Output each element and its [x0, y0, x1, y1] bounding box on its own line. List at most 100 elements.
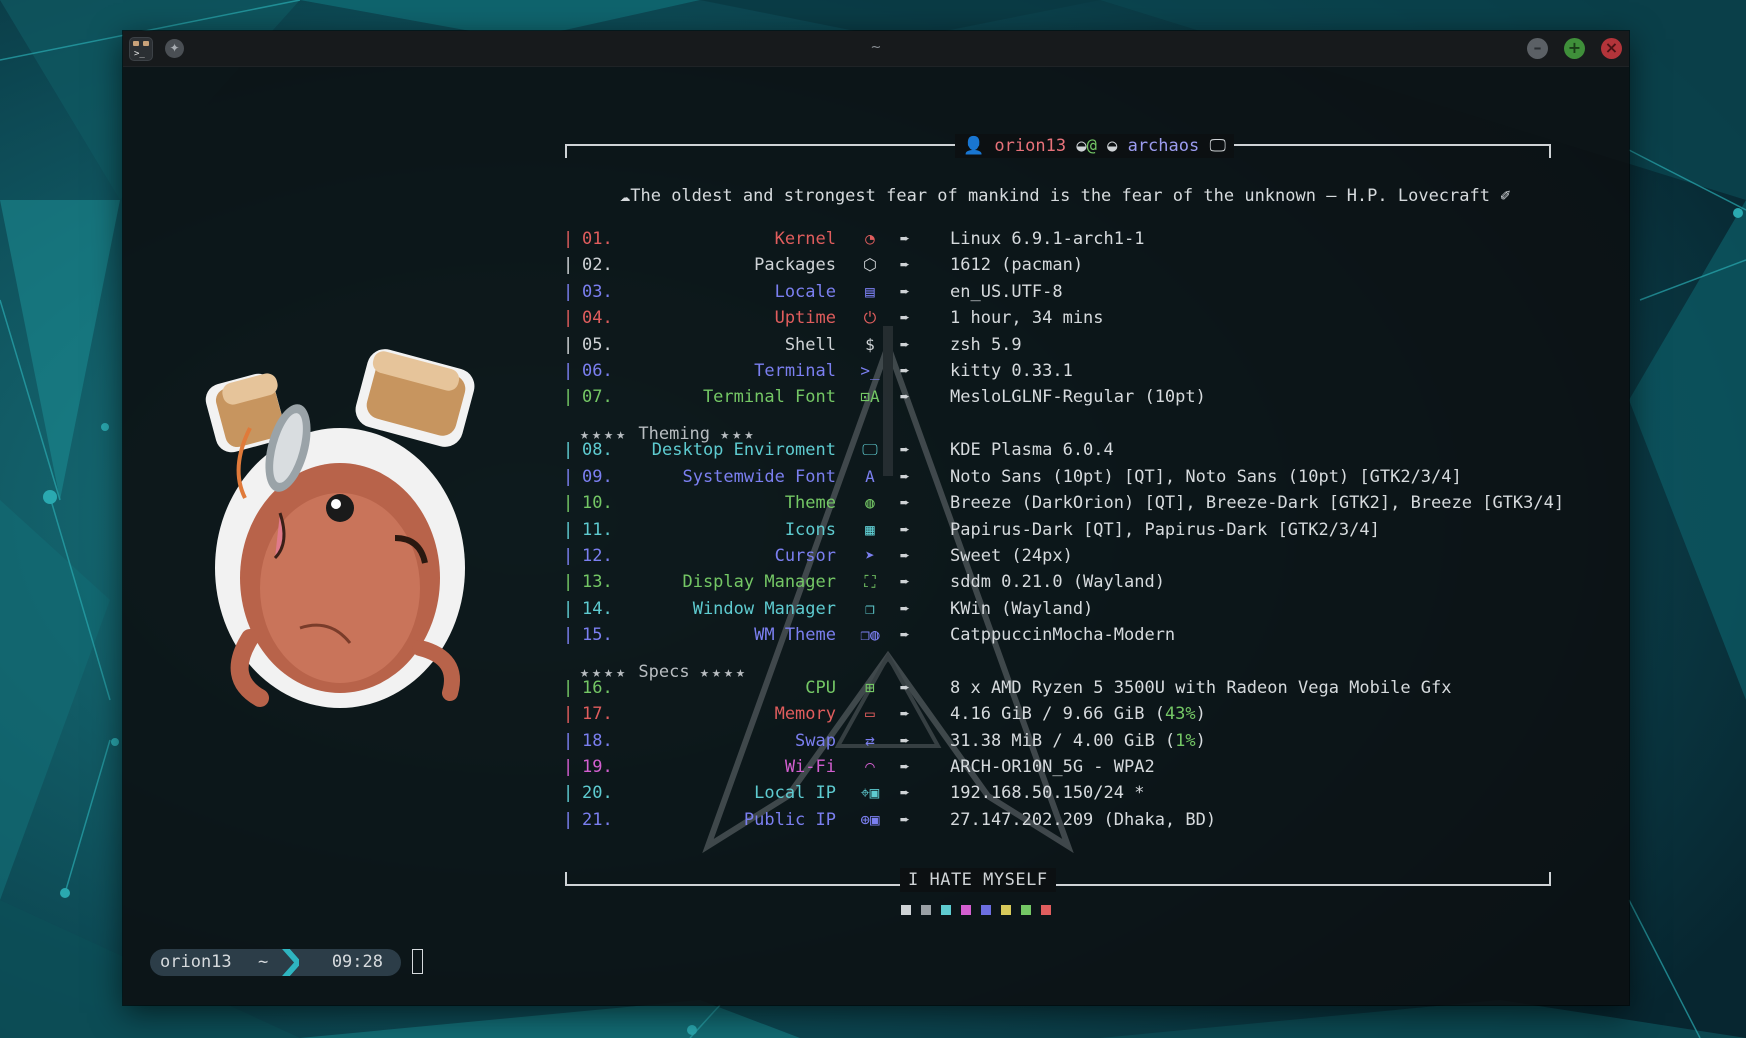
terminal-content[interactable]: 👤 orion13 ◒@ ◒ archaos 🖵 ☁The oldest and… — [123, 66, 1629, 1005]
row-number: 10. — [582, 493, 613, 513]
info-row: | 06. Terminal >_ ➨ kitty 0.33.1 — [563, 358, 1563, 384]
row-label: Window Manager — [692, 599, 836, 619]
row-number: 02. — [582, 255, 613, 275]
arrow-icon: ➨ — [900, 678, 910, 697]
info-row: | 12. Cursor ➤ ➨ Sweet (24px) — [563, 543, 1563, 569]
arrow-icon: ➨ — [900, 361, 910, 380]
row-number: 04. — [582, 308, 613, 328]
section-label: Specs — [638, 662, 690, 682]
row-bar: | — [563, 335, 574, 355]
info-row: | 05. Shell $ ➨ zsh 5.9 — [563, 332, 1563, 358]
language-icon: ▤ — [865, 282, 875, 301]
row-number: 07. — [582, 387, 613, 407]
close-button[interactable]: × — [1601, 38, 1622, 59]
ghost-icon: ☁ — [620, 186, 631, 206]
arrow-icon: ➨ — [900, 731, 910, 750]
package-icon: ⬡ — [863, 255, 877, 274]
footer-frame — [565, 872, 1551, 886]
prompt-user-segment: orion13 ~ — [150, 949, 270, 976]
arrow-icon: ➨ — [900, 520, 910, 539]
user-icon: 👤 — [963, 136, 985, 156]
row-bar: | — [563, 440, 574, 460]
quote-text: The oldest and strongest fear of mankind… — [630, 186, 1490, 206]
row-number: 11. — [582, 520, 613, 540]
maximize-button[interactable]: + — [1564, 38, 1585, 59]
row-label: Uptime — [774, 308, 836, 328]
row-bar: | — [563, 520, 574, 540]
row-number: 05. — [582, 335, 613, 355]
row-bar: | — [563, 810, 574, 830]
row-number: 09. — [582, 467, 613, 487]
title-bar[interactable]: >_ ✦ ~ – + × — [123, 31, 1629, 67]
info-row: | 18. Swap ⇄ ➨ 31.38 MiB / 4.00 GiB (1%) — [563, 728, 1563, 754]
info-row: | 02. Packages ⬡ ➨ 1612 (pacman) — [563, 252, 1563, 278]
dollar-icon: $ — [865, 335, 875, 354]
row-value: 1612 (pacman) — [950, 255, 1084, 275]
row-label: Local IP — [754, 783, 836, 803]
row-value: CatppuccinMocha-Modern — [950, 625, 1176, 645]
computer-icon: 🖵 — [1209, 136, 1226, 156]
kernel-icon: ◔ — [865, 229, 875, 248]
row-bar: | — [563, 282, 574, 302]
row-number: 14. — [582, 599, 613, 619]
row-value: en_US.UTF-8 — [950, 282, 1063, 302]
row-label: Terminal — [754, 361, 836, 381]
row-value: 8 x AMD Ryzen 5 3500U with Radeon Vega M… — [950, 678, 1452, 698]
window-title: ~ — [870, 40, 882, 55]
memory-icon: ▭ — [865, 704, 875, 723]
row-bar: | — [563, 625, 574, 645]
arrow-icon: ➨ — [900, 440, 910, 459]
row-label: Memory — [774, 704, 836, 724]
color-swatch — [901, 905, 911, 915]
power-icon: ⏻ — [863, 308, 877, 327]
info-row: | 14. Window Manager ❐ ➨ KWin (Wayland) — [563, 596, 1563, 622]
arrow-icon: ➨ — [900, 335, 910, 354]
row-label: Packages — [754, 255, 836, 275]
row-bar: | — [563, 704, 574, 724]
row-label: WM Theme — [754, 625, 836, 645]
row-label: Terminal Font — [702, 387, 836, 407]
arrow-icon: ➨ — [900, 387, 910, 406]
color-swatch — [1021, 905, 1031, 915]
cursor-icon: ➤ — [865, 546, 875, 565]
font-icon: ⊡A — [860, 387, 880, 406]
info-row: | 15. WM Theme ❐◍ ➨ CatppuccinMocha-Modern — [563, 622, 1563, 648]
hostname: archaos — [1127, 136, 1200, 156]
chainsaw-dog-sticker — [205, 349, 475, 708]
arrow-icon: ➨ — [900, 493, 910, 512]
row-label: Cursor — [774, 546, 836, 566]
arch-icon: ◒ — [1107, 136, 1118, 156]
row-number: 21. — [582, 810, 613, 830]
star-icon: ★★★★ — [580, 425, 629, 443]
prompt-time-segment: 09:28 — [299, 949, 401, 976]
row-bar: | — [563, 731, 574, 751]
quote-line: ☁The oldest and strongest fear of mankin… — [620, 186, 1510, 206]
terminal-window: >_ ✦ ~ – + × 👤 orion13 ◒@ ◒ archaos 🖵 ☁T… — [123, 31, 1629, 1005]
windows-icon: ❐ — [865, 599, 875, 618]
info-row: | 13. Display Manager ⛶ ➨ sddm 0.21.0 (Waylan… — [563, 569, 1563, 595]
info-row: | 20. Local IP ⌖▣ ➨ 192.168.50.150/24 * — [563, 780, 1563, 806]
arrow-icon: ➨ — [900, 625, 910, 644]
section-theming: ★★★★ Theming ★★★ — [580, 421, 756, 447]
color-swatch — [941, 905, 951, 915]
wifi-icon: ◠ — [865, 757, 875, 776]
info-row: | 11. Icons ▦ ➨ Papirus-Dark [QT], Papirus-Da… — [563, 517, 1563, 543]
row-label: CPU — [805, 678, 836, 698]
info-row: | 03. Locale ▤ ➨ en_US.UTF-8 — [563, 279, 1563, 305]
row-value: 31.38 MiB / 4.00 GiB (1%) — [950, 731, 1206, 751]
monitor-icon: 🖵 — [862, 440, 878, 459]
section-specs: ★★★★ Specs ★★★★ — [580, 659, 748, 685]
arrow-icon: ➨ — [900, 599, 910, 618]
globe-icon: ⊕▣ — [860, 810, 880, 829]
row-label: Wi-Fi — [784, 757, 836, 777]
color-swatch — [981, 905, 991, 915]
minimize-button[interactable]: – — [1527, 38, 1548, 59]
arrow-icon: ➨ — [900, 308, 910, 327]
display-icon: ⛶ — [864, 572, 876, 591]
row-number: 17. — [582, 704, 613, 724]
text-cursor — [412, 949, 423, 974]
section-label: Theming — [638, 424, 711, 444]
row-value: Noto Sans (10pt) [QT], Noto Sans (10pt) … — [950, 467, 1462, 487]
arrow-icon: ➨ — [900, 282, 910, 301]
color-swatch — [921, 905, 931, 915]
